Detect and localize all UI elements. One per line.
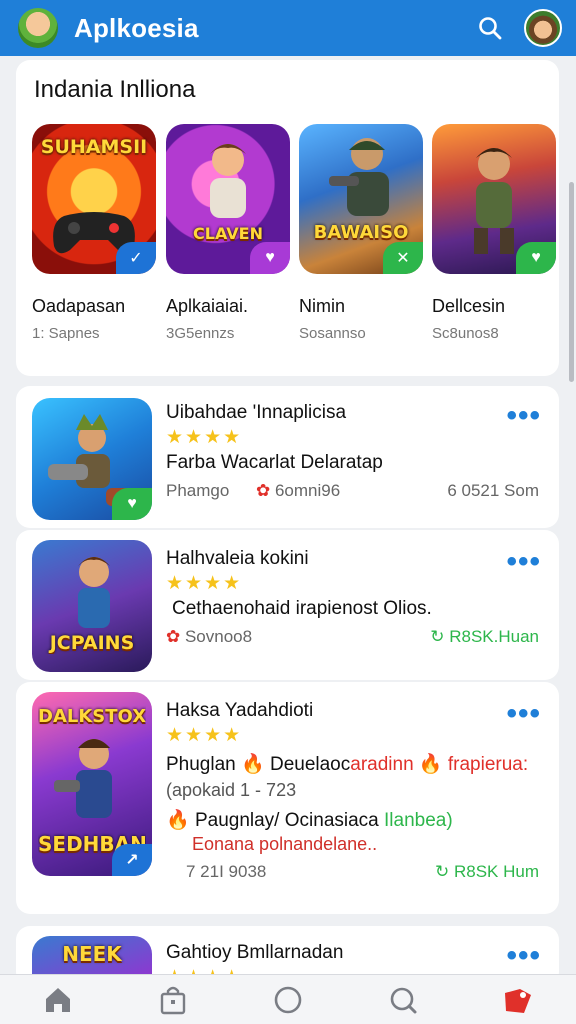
featured-app-4-thumbnail: ♥ — [432, 124, 556, 274]
home-icon — [45, 987, 70, 1012]
app-meta-right: ↻ R8SK.Huan — [430, 627, 539, 646]
bottom-navigation — [0, 974, 576, 1024]
app-thumbnail: JCPAINS — [32, 540, 152, 672]
character-art — [78, 557, 110, 628]
check-badge-icon: ✓ — [116, 242, 156, 274]
featured-app-1-name: Oadapasan — [32, 296, 126, 316]
app-description: Cethaenohaid irapienost Olios. — [172, 598, 432, 619]
character-art — [474, 148, 514, 254]
character-art — [329, 138, 389, 216]
app-title: Gahtioy Bmllarnadan — [166, 942, 344, 963]
featured-app-4-name: Dellcesin — [432, 296, 506, 316]
app-meta-left: 7 21I 9038 — [186, 862, 267, 881]
star-rating: ★★★★ — [166, 427, 243, 448]
nav-store[interactable] — [143, 976, 203, 1024]
featured-app-3[interactable]: BAWAISO ✕ Nimin Sosannso — [299, 124, 423, 342]
app-header: Aplkoesia — [0, 0, 576, 56]
featured-app-3-subtitle: Sosannso — [299, 325, 366, 342]
nav-profile[interactable] — [488, 976, 548, 1024]
featured-app-4[interactable]: ♥ Dellcesin Sc8unos8 — [432, 124, 556, 342]
app-meta-left: ✿ Sovnoo8 — [166, 627, 253, 646]
featured-app-3-art-text: BAWAISO — [313, 222, 409, 243]
refresh-icon: ↻ — [435, 862, 454, 881]
more-options-icon[interactable]: ••• — [506, 941, 541, 971]
app-logo-icon[interactable] — [18, 8, 58, 48]
app-description-line-1: Phuglan 🔥 Deuelaocaradinn 🔥 frapierua: — [166, 754, 529, 775]
star-rating: ★★★★ — [166, 573, 243, 594]
app-title: Haksa Yadahdioti — [166, 700, 314, 721]
app-description: Farba Wacarlat Delaratap — [166, 452, 383, 473]
featured-app-2-thumbnail: CLAVEN ♥ — [166, 124, 290, 274]
flower-icon: ✿ — [256, 481, 275, 500]
featured-app-1-subtitle: 1: Sapnes — [32, 325, 100, 342]
app-thumbnail: ♥ — [32, 398, 152, 520]
flower-icon: ✿ — [166, 627, 185, 646]
featured-app-1-art-text: SUHAMSII — [40, 136, 148, 158]
scrollbar[interactable] — [569, 182, 574, 382]
character-art — [54, 739, 112, 818]
app-list-item[interactable]: ♥ Uibahdae 'Innaplicisa ★★★★ ••• Farba W… — [16, 386, 559, 528]
refresh-icon: ↻ — [430, 627, 450, 646]
nav-home[interactable] — [28, 976, 88, 1024]
nav-circle[interactable] — [258, 976, 318, 1024]
heart-badge-icon: ♥ — [112, 488, 152, 520]
heart-badge-icon: ♥ — [250, 242, 290, 274]
featured-app-2-subtitle: 3G5ennzs — [166, 325, 235, 342]
app-description-line-2: (apokaid 1 - 723 — [166, 780, 297, 800]
more-options-icon[interactable]: ••• — [506, 401, 541, 431]
star-rating: ★★★★ — [166, 725, 243, 746]
more-options-icon[interactable]: ••• — [506, 699, 541, 729]
heart-badge-icon: ♥ — [516, 242, 556, 274]
app-list-item[interactable]: DALKSTOX SEDHBAN ↗ Haksa Yadahdioti ★★★★… — [16, 682, 559, 914]
featured-app-1[interactable]: SUHAMSII ✓ Oadapasan 1: Sapnes — [32, 124, 156, 342]
app-description-line-3: 🔥 Paugnlay/ Ocinasiaca Ilanbea) — [166, 810, 453, 831]
featured-app-4-subtitle: Sc8unos8 — [432, 325, 499, 342]
search-nav-icon — [390, 987, 417, 1013]
store-bag-icon — [160, 986, 185, 1014]
featured-app-3-thumbnail: BAWAISO ✕ — [299, 124, 423, 274]
app-list-item[interactable]: JCPAINS Halhvaleia kokini ★★★★ ••• Cetha… — [16, 530, 559, 680]
app-title: Aplkoesia — [74, 12, 199, 43]
featured-app-2-name: Aplkaiaiai. — [166, 296, 249, 316]
app-meta-right: ↻ R8SK Hum — [435, 862, 539, 881]
more-options-icon[interactable]: ••• — [506, 547, 541, 577]
featured-title: Indania Inlliona — [34, 76, 196, 103]
fire-icon: 🔥 — [166, 810, 190, 831]
fire-icon: 🔥 — [241, 754, 265, 775]
app-art-text: JCPAINS — [49, 632, 135, 654]
app-art-top-text: DALKSTOX — [38, 706, 146, 727]
featured-app-2[interactable]: CLAVEN ♥ Aplkaiaiai. 3G5ennzs — [166, 124, 290, 342]
app-title: Uibahdae 'Innaplicisa — [166, 402, 347, 423]
featured-section: Indania Inlliona SUHAMSII ✓ Oadapasan 1:… — [16, 60, 559, 376]
character-art — [210, 144, 246, 218]
user-avatar[interactable] — [524, 9, 562, 47]
app-meta-right: 6 0521 Som — [447, 481, 539, 500]
arrow-badge-icon: ↗ — [112, 844, 152, 876]
app-meta-mid: ✿ 6omni96 — [256, 481, 341, 500]
app-meta-left: Phamgo — [166, 481, 230, 500]
app-thumbnail: DALKSTOX SEDHBAN ↗ — [32, 692, 152, 876]
profile-flag-icon — [505, 988, 532, 1013]
featured-app-3-name: Nimin — [299, 296, 346, 316]
app-art-text: NEEK — [62, 942, 122, 966]
arrow-badge-icon: ✕ — [383, 242, 423, 274]
featured-app-1-thumbnail: SUHAMSII ✓ — [32, 124, 156, 274]
nav-search[interactable] — [373, 976, 433, 1024]
search-button[interactable] — [470, 8, 510, 48]
app-description-line-4: Eonana polnandelane.. — [192, 834, 378, 854]
circle-icon — [274, 986, 302, 1013]
fire-icon: 🔥 — [418, 754, 443, 775]
app-title: Halhvaleia kokini — [166, 548, 309, 569]
featured-app-2-art-text: CLAVEN — [193, 224, 263, 243]
search-icon — [479, 17, 502, 40]
